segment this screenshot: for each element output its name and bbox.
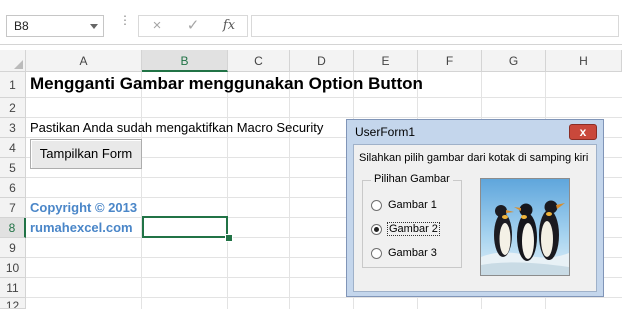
option-gambar-3[interactable]: Gambar 3 bbox=[371, 247, 437, 259]
copyright-text: Copyright © 2013 bbox=[30, 200, 138, 215]
row-header-11[interactable]: 11 bbox=[0, 278, 26, 298]
row-header-7[interactable]: 7 bbox=[0, 198, 26, 218]
formula-input[interactable] bbox=[251, 15, 619, 37]
row-header-1[interactable]: 1 bbox=[0, 72, 26, 98]
column-header-d[interactable]: D bbox=[290, 50, 354, 72]
gridline bbox=[227, 72, 228, 309]
gridline bbox=[26, 297, 622, 298]
row-header-12[interactable]: 12 bbox=[0, 298, 26, 309]
column-header-h[interactable]: H bbox=[546, 50, 622, 72]
row-header-6[interactable]: 6 bbox=[0, 178, 26, 198]
row-header-3[interactable]: 3 bbox=[0, 118, 26, 138]
penguins-image bbox=[480, 178, 570, 276]
frame-caption: Pilihan Gambar bbox=[371, 173, 453, 185]
option-label: Gambar 1 bbox=[388, 199, 437, 211]
column-header-a[interactable]: A bbox=[26, 50, 142, 72]
select-all-corner[interactable] bbox=[0, 50, 26, 72]
radio-icon[interactable] bbox=[371, 199, 382, 211]
formula-buttons: × ✓ fx bbox=[138, 15, 248, 37]
formula-bar: B8 ⋮ × ✓ fx bbox=[0, 0, 622, 45]
name-box[interactable]: B8 bbox=[6, 15, 104, 37]
option-gambar-2[interactable]: Gambar 2 bbox=[371, 222, 440, 236]
radio-checked-icon[interactable] bbox=[371, 223, 382, 235]
image-options-frame: Pilihan Gambar Gambar 1 Gambar 2 Gambar … bbox=[362, 173, 462, 268]
insert-function-icon[interactable]: fx bbox=[217, 17, 241, 35]
more-icon: ⋮ bbox=[119, 13, 131, 27]
site-text: rumahexcel.com bbox=[30, 220, 133, 235]
radio-icon[interactable] bbox=[371, 247, 382, 259]
gridline bbox=[141, 72, 142, 309]
column-header-c[interactable]: C bbox=[228, 50, 290, 72]
column-header-e[interactable]: E bbox=[354, 50, 418, 72]
option-label: Gambar 2 bbox=[387, 222, 440, 236]
option-label: Gambar 3 bbox=[388, 247, 437, 259]
row-header-2[interactable]: 2 bbox=[0, 98, 26, 118]
enter-icon[interactable]: ✓ bbox=[181, 17, 205, 35]
show-form-button[interactable]: Tampilkan Form bbox=[30, 139, 142, 169]
userform-dialog: UserForm1 x Silahkan pilih gambar dari k… bbox=[346, 119, 604, 297]
penguins-illustration bbox=[481, 179, 569, 275]
userform-body: Silahkan pilih gambar dari kotak di samp… bbox=[353, 144, 597, 292]
gridline bbox=[289, 72, 290, 309]
active-cell-b8[interactable] bbox=[142, 216, 228, 238]
sheet-title: Mengganti Gambar menggunakan Option Butt… bbox=[30, 74, 423, 93]
instruction-label: Silahkan pilih gambar dari kotak di samp… bbox=[359, 152, 589, 164]
row-header-9[interactable]: 9 bbox=[0, 238, 26, 258]
option-gambar-1[interactable]: Gambar 1 bbox=[371, 199, 437, 211]
gridline bbox=[26, 97, 622, 98]
row-header-4[interactable]: 4 bbox=[0, 138, 26, 158]
name-box-value: B8 bbox=[14, 19, 29, 33]
column-header-g[interactable]: G bbox=[482, 50, 546, 72]
cancel-icon[interactable]: × bbox=[145, 17, 169, 35]
fill-handle[interactable] bbox=[225, 234, 233, 242]
macro-security-note: Pastikan Anda sudah mengaktifkan Macro S… bbox=[30, 120, 324, 135]
chevron-down-icon[interactable] bbox=[90, 24, 98, 29]
close-icon[interactable]: x bbox=[569, 124, 597, 140]
column-header-f[interactable]: F bbox=[418, 50, 482, 72]
gridline bbox=[26, 117, 622, 118]
column-header-b[interactable]: B bbox=[142, 50, 228, 72]
row-header-5[interactable]: 5 bbox=[0, 158, 26, 178]
userform-title: UserForm1 bbox=[355, 125, 416, 139]
row-header-10[interactable]: 10 bbox=[0, 258, 26, 278]
row-header-8[interactable]: 8 bbox=[0, 218, 26, 238]
